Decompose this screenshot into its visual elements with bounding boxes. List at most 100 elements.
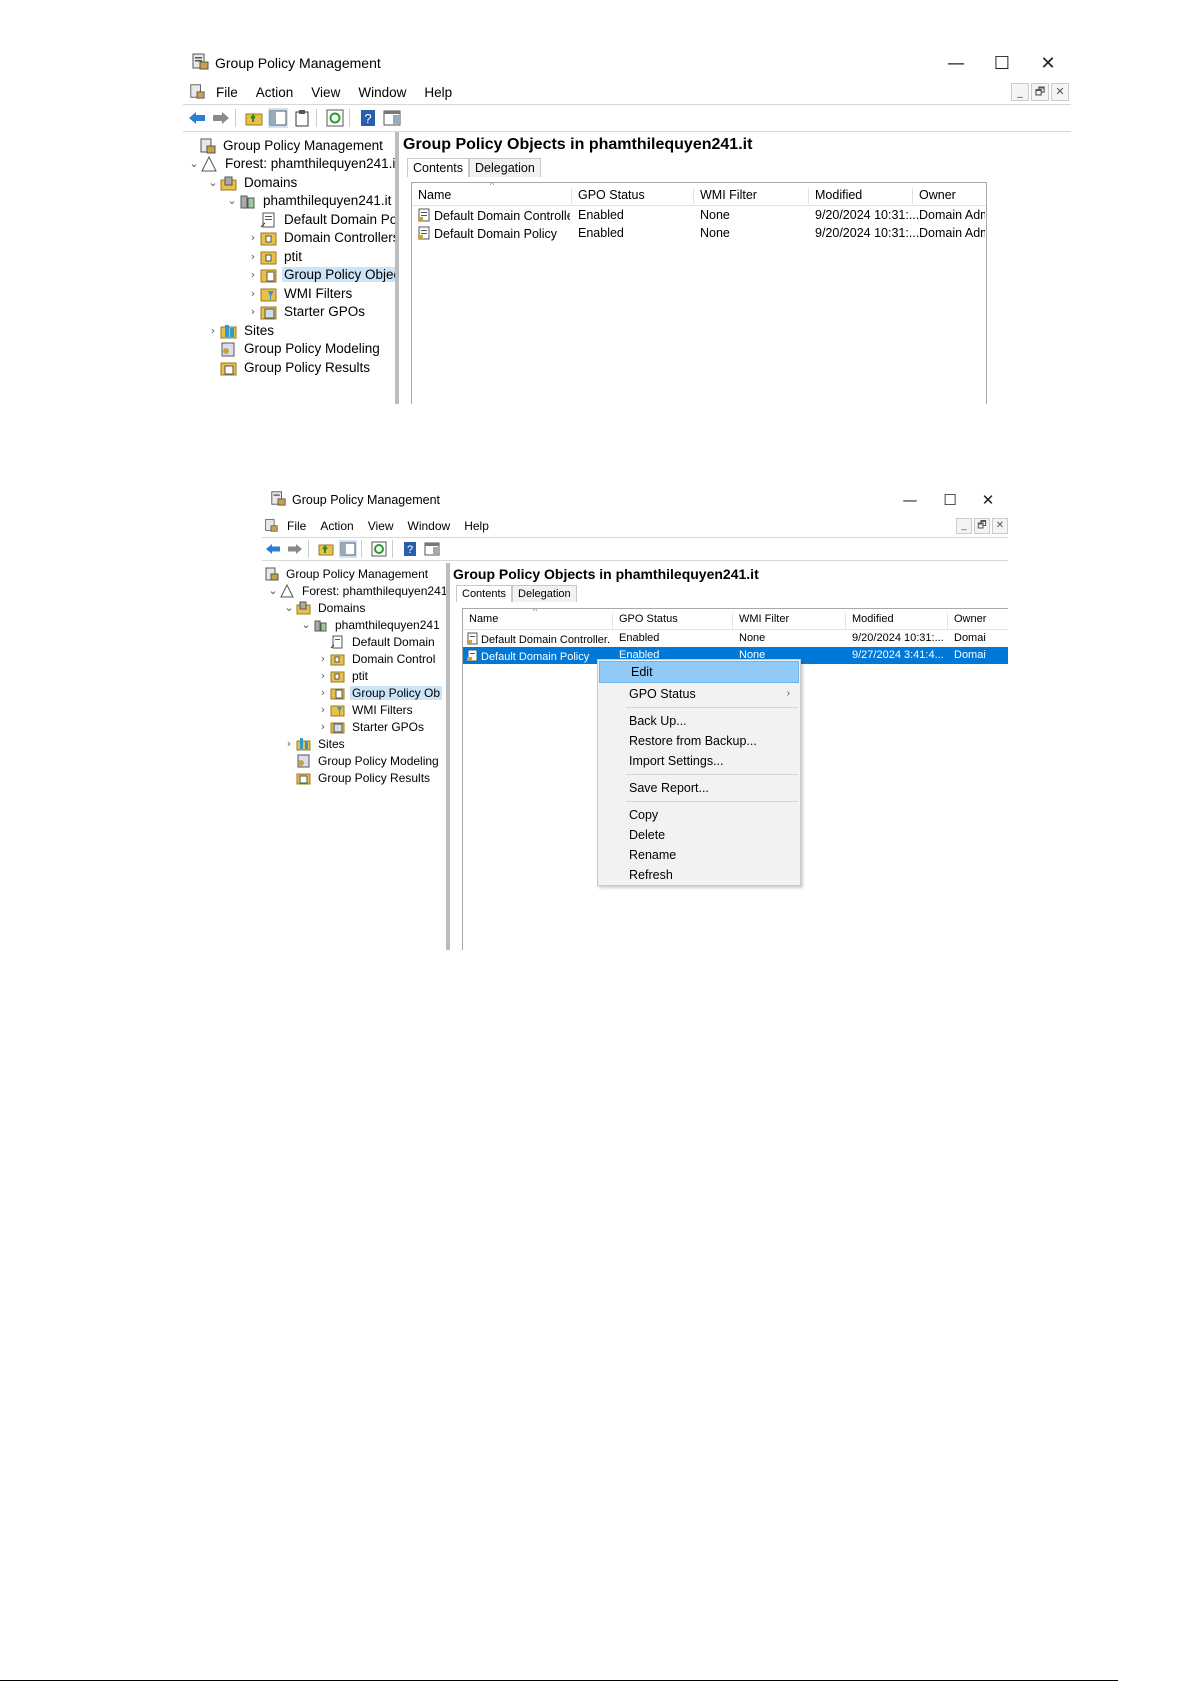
up-folder-icon[interactable] (244, 108, 264, 128)
column-header-gpo-status[interactable]: GPO Status (572, 188, 694, 204)
tree-node-default-domain-policy[interactable]: Default Domain (316, 633, 437, 650)
column-header-owner[interactable]: Owner (913, 188, 986, 204)
menu-item-rename[interactable]: Rename (598, 845, 800, 865)
tree-node-sites[interactable]: › Sites (206, 321, 276, 340)
chevron-right-icon[interactable]: › (246, 305, 260, 318)
tree-node-domain-controllers[interactable]: › Domain Control (316, 650, 437, 667)
chevron-down-icon[interactable]: ⌄ (206, 176, 220, 189)
menu-item-edit[interactable]: Edit (599, 661, 799, 683)
tab-delegation[interactable]: Delegation (512, 585, 577, 602)
minimize-button[interactable]: — (933, 46, 979, 80)
tree-node-ptit[interactable]: › ptit (246, 247, 304, 266)
clipboard-icon[interactable] (292, 108, 312, 128)
chevron-right-icon[interactable]: › (246, 268, 260, 281)
menu-item-delete[interactable]: Delete (598, 825, 800, 845)
show-hide-tree-icon[interactable] (268, 108, 288, 128)
menu-file[interactable]: File (207, 85, 247, 100)
column-header-owner[interactable]: Owner (948, 613, 1008, 629)
column-header-gpo-status[interactable]: GPO Status (613, 613, 733, 629)
chevron-down-icon[interactable]: ⌄ (225, 194, 239, 207)
tree-node-starter-gpos[interactable]: › Starter GPOs (246, 302, 367, 321)
column-header-wmi-filter[interactable]: WMI Filter (694, 188, 809, 204)
chevron-right-icon[interactable]: › (246, 250, 260, 263)
forward-arrow-icon[interactable] (286, 540, 304, 558)
chevron-right-icon[interactable]: › (246, 287, 260, 300)
chevron-down-icon[interactable]: ⌄ (282, 601, 296, 614)
show-hide-tree-icon[interactable] (339, 540, 357, 558)
close-button[interactable]: ✕ (1025, 46, 1071, 80)
maximize-button[interactable]: ☐ (930, 485, 970, 515)
mdi-close-button[interactable]: ✕ (992, 518, 1008, 534)
tree-node-domain[interactable]: ⌄ phamthilequyen241 (299, 616, 442, 633)
chevron-down-icon[interactable]: ⌄ (266, 584, 280, 597)
chevron-down-icon[interactable]: ⌄ (187, 157, 201, 170)
menu-window[interactable]: Window (401, 519, 458, 533)
chevron-right-icon[interactable]: › (282, 737, 296, 750)
maximize-button[interactable]: ☐ (979, 46, 1025, 80)
tree-node-modeling[interactable]: Group Policy Modeling (282, 752, 441, 769)
column-header-name[interactable]: Name (463, 613, 613, 629)
tree-node-default-domain-policy[interactable]: Default Domain Policy (246, 210, 395, 229)
tree-node-forest[interactable]: ⌄ Forest: phamthilequyen241.it (187, 154, 395, 173)
minimize-button[interactable]: — (890, 485, 930, 515)
tree-node-domains[interactable]: ⌄ Domains (282, 599, 367, 616)
system-menu-icon[interactable] (189, 83, 205, 102)
table-row[interactable]: Default Domain Policy Enabled None 9/20/… (412, 224, 986, 242)
back-arrow-icon[interactable] (187, 108, 207, 128)
tree-node-group-policy-objects[interactable]: ›Group Policy Objects (246, 265, 395, 284)
chevron-right-icon[interactable]: › (316, 652, 330, 665)
tree-node-ptit[interactable]: › ptit (316, 667, 370, 684)
column-header-modified[interactable]: Modified (846, 613, 948, 629)
mdi-minimize-button[interactable]: _ (956, 518, 972, 534)
tree-node-results[interactable]: Group Policy Results (282, 769, 432, 786)
help-icon[interactable]: ? (358, 108, 378, 128)
column-header-modified[interactable]: Modified (809, 188, 913, 204)
tab-delegation[interactable]: Delegation (469, 158, 541, 177)
menu-window[interactable]: Window (349, 85, 415, 100)
menu-view[interactable]: View (302, 85, 349, 100)
chevron-right-icon[interactable]: › (206, 324, 220, 337)
table-row[interactable]: Default Domain Controller... Enabled Non… (463, 630, 1008, 647)
menu-item-import-settings[interactable]: Import Settings... (598, 751, 800, 771)
menu-item-restore[interactable]: Restore from Backup... (598, 731, 800, 751)
tree-node-domain-controllers[interactable]: › Domain Controllers (246, 228, 395, 247)
refresh-icon[interactable] (325, 108, 345, 128)
tree-node-forest[interactable]: ⌄ Forest: phamthilequyen241 (266, 582, 446, 599)
close-button[interactable]: ✕ (968, 485, 1008, 515)
column-header-name[interactable]: Name (412, 188, 572, 204)
mdi-restore-button[interactable]: 🗗 (974, 518, 990, 534)
menu-help[interactable]: Help (457, 519, 496, 533)
properties-pane-icon[interactable] (382, 108, 402, 128)
tree-node-domain[interactable]: ⌄ phamthilequyen241.it (225, 191, 393, 210)
tree-node-sites[interactable]: › Sites (282, 735, 347, 752)
tab-contents[interactable]: Contents (407, 158, 470, 177)
tree-node-wmi-filters[interactable]: › WMI Filters (246, 284, 354, 303)
help-icon[interactable]: ? (401, 540, 419, 558)
menu-help[interactable]: Help (415, 85, 461, 100)
chevron-down-icon[interactable]: ⌄ (299, 618, 313, 631)
chevron-right-icon[interactable]: › (246, 231, 260, 244)
tree-node-modeling[interactable]: Group Policy Modeling (206, 339, 382, 358)
refresh-icon[interactable] (370, 540, 388, 558)
tab-contents[interactable]: Contents (456, 585, 513, 602)
menu-file[interactable]: File (280, 519, 313, 533)
menu-item-back-up[interactable]: Back Up... (598, 711, 800, 731)
back-arrow-icon[interactable] (264, 540, 282, 558)
tree-node-domains[interactable]: ⌄ Domains (206, 173, 299, 192)
chevron-right-icon[interactable]: › (316, 686, 330, 699)
menu-action[interactable]: Action (247, 85, 303, 100)
tree-node-group-policy-objects[interactable]: › Group Policy Ob (316, 684, 443, 701)
chevron-right-icon[interactable]: › (316, 703, 330, 716)
menu-item-copy[interactable]: Copy (598, 805, 800, 825)
tree-node-root[interactable]: Group Policy Management (185, 136, 385, 155)
up-folder-icon[interactable] (317, 540, 335, 558)
chevron-right-icon[interactable]: › (316, 720, 330, 733)
menu-item-save-report[interactable]: Save Report... (598, 778, 800, 798)
mdi-close-button[interactable]: ✕ (1051, 83, 1069, 101)
table-row[interactable]: Default Domain Controller... Enabled Non… (412, 206, 986, 224)
mdi-minimize-button[interactable]: _ (1011, 83, 1029, 101)
tree-node-root[interactable]: Group Policy Management (264, 565, 430, 582)
menu-item-gpo-status[interactable]: GPO Status › (598, 684, 800, 704)
menu-view[interactable]: View (361, 519, 401, 533)
tree-node-starter-gpos[interactable]: › Starter GPOs (316, 718, 426, 735)
